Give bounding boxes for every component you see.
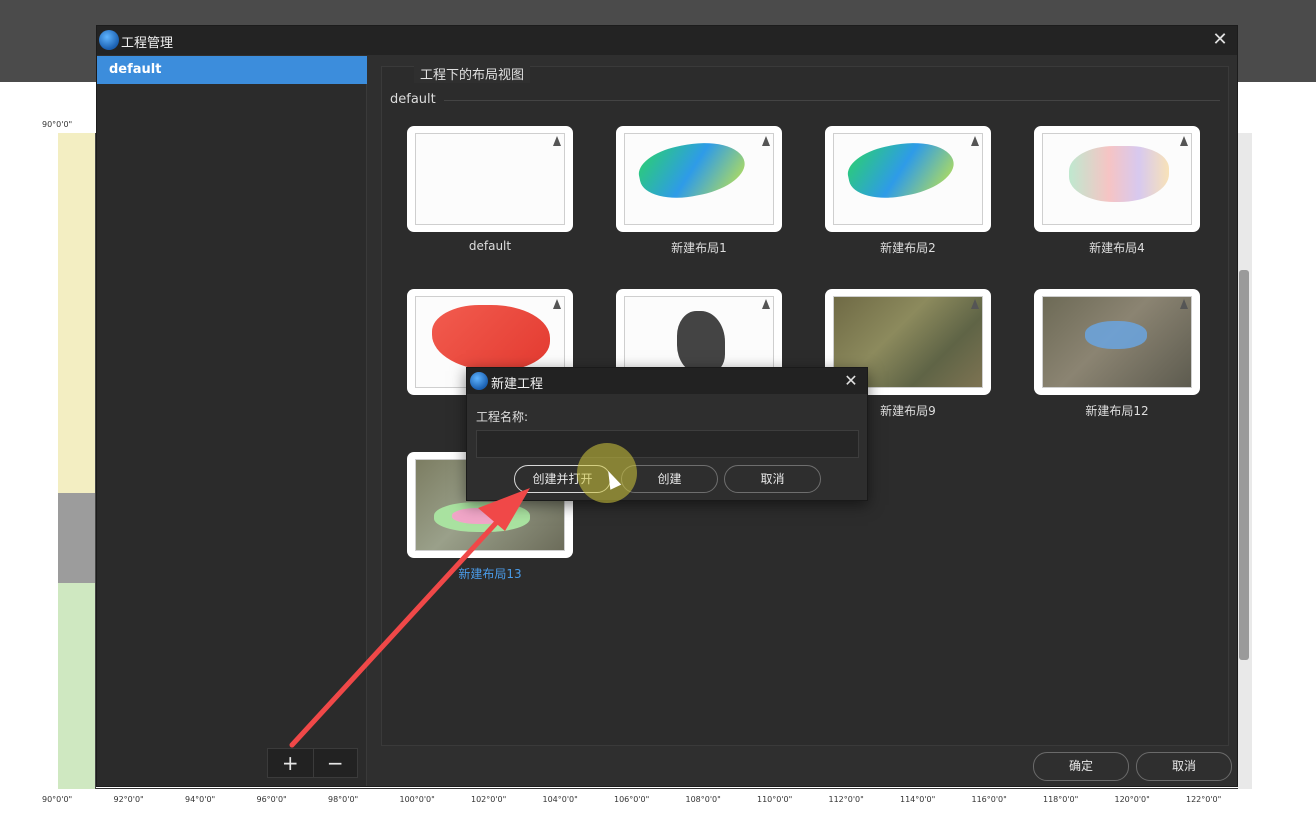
- close-icon[interactable]: ✕: [1209, 29, 1231, 51]
- layout-preview: [833, 133, 983, 225]
- longitude-tick-label: 122°0'0": [1186, 795, 1222, 804]
- layout-preview: [1042, 133, 1192, 225]
- app-logo-icon: [470, 372, 488, 390]
- layout-views-section-title: 工程下的布局视图: [414, 64, 531, 83]
- layout-thumbnail[interactable]: [616, 126, 782, 232]
- map-green-area: [58, 583, 95, 789]
- layout-preview: [1042, 296, 1192, 388]
- longitude-tick-label: 120°0'0": [1114, 795, 1150, 804]
- layout-group-divider: [444, 100, 1220, 101]
- project-list-panel: default + −: [97, 56, 367, 786]
- project-manager-titlebar: 工程管理 ✕: [97, 26, 1237, 55]
- longitude-tick-label: 112°0'0": [828, 795, 864, 804]
- new-project-titlebar: 新建工程 ✕: [467, 368, 867, 394]
- project-add-remove-group: + −: [267, 748, 358, 778]
- close-icon[interactable]: ✕: [841, 370, 861, 392]
- north-arrow-icon: [553, 299, 561, 309]
- longitude-tick-label: 100°0'0": [399, 795, 435, 804]
- layout-thumbnail[interactable]: [825, 126, 991, 232]
- layout-thumbnail-label[interactable]: default: [390, 239, 590, 253]
- map-gray-area: [58, 493, 95, 583]
- longitude-tick-label: 116°0'0": [971, 795, 1007, 804]
- longitude-tick-label: 108°0'0": [685, 795, 721, 804]
- north-arrow-icon: [1180, 136, 1188, 146]
- longitude-tick-label: 90°0'0": [42, 795, 73, 804]
- north-arrow-icon: [971, 299, 979, 309]
- north-arrow-icon: [971, 136, 979, 146]
- app-logo-icon: [99, 30, 119, 50]
- layout-preview: [624, 133, 774, 225]
- longitude-tick-label: 114°0'0": [900, 795, 936, 804]
- north-arrow-icon: [553, 136, 561, 146]
- ok-button[interactable]: 确定: [1033, 752, 1129, 781]
- remove-project-button[interactable]: −: [312, 749, 358, 777]
- layout-thumbnail-label[interactable]: 新建布局2: [808, 239, 1008, 256]
- layout-thumbnail[interactable]: [407, 126, 573, 232]
- add-project-button[interactable]: +: [268, 749, 313, 777]
- longitude-tick-label: 102°0'0": [471, 795, 507, 804]
- longitude-tick-label: 106°0'0": [614, 795, 650, 804]
- project-manager-title: 工程管理: [121, 36, 174, 51]
- layout-thumbnail-label[interactable]: 新建布局12: [1017, 402, 1217, 419]
- map-corner-label: 90°0'0": [42, 120, 73, 129]
- north-arrow-icon: [762, 136, 770, 146]
- background-map-left-strip: [58, 133, 96, 789]
- project-name-input[interactable]: [476, 430, 859, 458]
- layout-thumbnail[interactable]: [1034, 126, 1200, 232]
- north-arrow-icon: [762, 299, 770, 309]
- layout-group-label: default: [390, 92, 436, 107]
- longitude-tick-label: 104°0'0": [542, 795, 578, 804]
- background-scrollbar[interactable]: [1239, 270, 1249, 660]
- project-item-default[interactable]: default: [97, 56, 367, 84]
- longitude-tick-label: 94°0'0": [185, 795, 216, 804]
- longitude-tick-label: 92°0'0": [113, 795, 144, 804]
- layout-thumbnail-label[interactable]: 新建布局4: [1017, 239, 1217, 256]
- longitude-tick-label: 96°0'0": [256, 795, 287, 804]
- longitude-tick-label: 98°0'0": [328, 795, 359, 804]
- layout-thumbnail[interactable]: [1034, 289, 1200, 395]
- dialog-cancel-button[interactable]: 取消: [724, 465, 821, 493]
- project-name-label: 工程名称:: [476, 410, 529, 424]
- cancel-button[interactable]: 取消: [1136, 752, 1232, 781]
- new-project-dialog: 新建工程 ✕ 工程名称: 创建并打开 创建 取消: [466, 367, 868, 501]
- longitude-tick-label: 118°0'0": [1043, 795, 1079, 804]
- layout-thumbnail-label[interactable]: 新建布局13: [390, 565, 590, 582]
- layout-preview: [415, 133, 565, 225]
- layout-thumbnail-label[interactable]: 新建布局1: [599, 239, 799, 256]
- longitude-tick-label: 110°0'0": [757, 795, 793, 804]
- north-arrow-icon: [1180, 299, 1188, 309]
- new-project-title: 新建工程: [491, 377, 544, 392]
